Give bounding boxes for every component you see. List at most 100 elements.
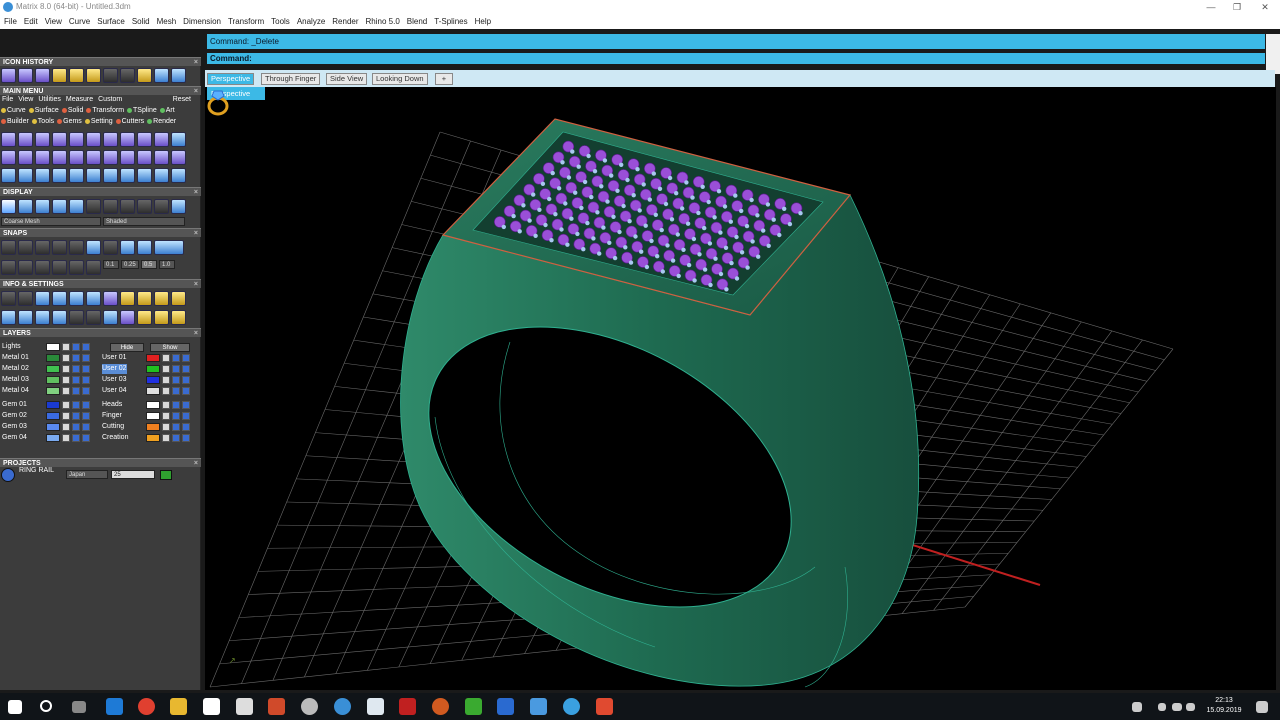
info-tool-13[interactable] <box>18 310 33 325</box>
chrome-icon[interactable] <box>138 698 155 715</box>
smarttrack-icon[interactable] <box>69 260 84 275</box>
layer-material-icon[interactable] <box>182 423 190 431</box>
display-tool-1[interactable] <box>1 199 16 214</box>
info-tool-21[interactable] <box>154 310 169 325</box>
main-tool-14[interactable] <box>35 150 50 165</box>
menu-render[interactable]: Render <box>332 17 358 26</box>
display-tool-4[interactable] <box>52 199 67 214</box>
main-tool-12[interactable] <box>1 150 16 165</box>
layer-color-swatch[interactable] <box>146 423 160 431</box>
layer-lock-icon[interactable] <box>172 434 180 442</box>
restore-button[interactable]: ❐ <box>1222 0 1252 14</box>
show-all-button[interactable]: Show <box>150 343 190 352</box>
layer-lock-icon[interactable] <box>72 387 80 395</box>
layer-row-gem-02[interactable]: Gem 02 <box>0 411 96 421</box>
layer-material-icon[interactable] <box>182 354 190 362</box>
main-tool-4[interactable] <box>52 132 67 147</box>
layer-row-user-03[interactable]: User 03 <box>100 375 196 385</box>
layer-color-swatch[interactable] <box>146 412 160 420</box>
layer-color-swatch[interactable] <box>46 423 60 431</box>
layer-lock-icon[interactable] <box>172 376 180 384</box>
layer-visible-icon[interactable] <box>62 354 70 362</box>
layer-visible-icon[interactable] <box>162 354 170 362</box>
main-link-file[interactable]: File <box>2 96 13 106</box>
planar-icon[interactable] <box>35 260 50 275</box>
explorer-icon[interactable] <box>170 698 187 715</box>
history-tool-2[interactable] <box>18 68 33 83</box>
project-size-select[interactable]: 25 <box>111 470 155 479</box>
layer-color-swatch[interactable] <box>146 401 160 409</box>
layer-visible-icon[interactable] <box>162 412 170 420</box>
layer-visible-icon[interactable] <box>62 401 70 409</box>
main-tool-15[interactable] <box>52 150 67 165</box>
layer-color-swatch[interactable] <box>46 387 60 395</box>
layer-visible-icon[interactable] <box>62 365 70 373</box>
app-icon-5[interactable] <box>497 698 514 715</box>
app-icon-3[interactable] <box>367 698 384 715</box>
layer-lock-icon[interactable] <box>72 423 80 431</box>
tab-side-view[interactable]: Side View <box>326 73 368 85</box>
history-tool-9[interactable] <box>137 68 152 83</box>
layer-color-swatch[interactable] <box>46 434 60 442</box>
layer-row-gem-03[interactable]: Gem 03 <box>0 422 96 432</box>
main-tool-10[interactable] <box>154 132 169 147</box>
layer-lock-icon[interactable] <box>72 376 80 384</box>
info-tool-8[interactable] <box>120 291 135 306</box>
display-tool-11[interactable] <box>171 199 186 214</box>
history-tool-3[interactable] <box>35 68 50 83</box>
layer-material-icon[interactable] <box>182 412 190 420</box>
cat-tools[interactable]: Tools <box>31 118 54 128</box>
cat-tspline[interactable]: TSpline <box>127 107 157 117</box>
app-icon-4[interactable] <box>432 698 449 715</box>
history-tool-5[interactable] <box>69 68 84 83</box>
snap-perp-icon[interactable] <box>103 240 118 255</box>
osnap-icon[interactable] <box>52 260 67 275</box>
main-tool-26[interactable] <box>52 168 67 183</box>
cat-render[interactable]: Render <box>147 118 176 128</box>
display-tool-8[interactable] <box>120 199 135 214</box>
main-tool-25[interactable] <box>35 168 50 183</box>
tray-arrow-icon[interactable] <box>1158 703 1166 711</box>
info-tool-3[interactable] <box>35 291 50 306</box>
layer-material-icon[interactable] <box>182 434 190 442</box>
volume-icon[interactable] <box>1186 703 1195 711</box>
menu-rhino[interactable]: Rhino 5.0 <box>366 17 400 26</box>
snap-value-05[interactable]: 0.5 <box>141 260 157 269</box>
snap-quad-icon[interactable] <box>137 240 152 255</box>
layer-row-cutting[interactable]: Cutting <box>100 422 196 432</box>
close-button[interactable]: ✕ <box>1250 0 1280 14</box>
layer-row-metal-02[interactable]: Metal 02 <box>0 364 96 374</box>
info-tool-15[interactable] <box>52 310 67 325</box>
info-tool-1[interactable] <box>1 291 16 306</box>
main-tool-5[interactable] <box>69 132 84 147</box>
info-tool-17[interactable] <box>86 310 101 325</box>
display-tool-3[interactable] <box>35 199 50 214</box>
grid-snap-icon[interactable] <box>1 260 16 275</box>
layer-row-user-02[interactable]: User 02 <box>100 364 196 374</box>
acrobat-icon[interactable] <box>399 698 416 715</box>
menu-curve[interactable]: Curve <box>69 17 90 26</box>
info-tool-16[interactable] <box>69 310 84 325</box>
people-icon[interactable] <box>1132 702 1142 712</box>
cat-gems[interactable]: Gems <box>57 118 82 128</box>
display-tool-9[interactable] <box>137 199 152 214</box>
layer-color-swatch[interactable] <box>46 412 60 420</box>
layer-row-metal-01[interactable]: Metal 01 <box>0 353 96 363</box>
system-clock[interactable]: 22:13 15.09.2019 <box>1198 696 1250 716</box>
layer-visible-icon[interactable] <box>62 434 70 442</box>
layer-color-swatch[interactable] <box>46 376 60 384</box>
shade-mode-select[interactable]: Shaded <box>103 217 185 226</box>
layer-visible-icon[interactable] <box>62 412 70 420</box>
main-tool-28[interactable] <box>86 168 101 183</box>
menu-help[interactable]: Help <box>475 17 491 26</box>
layer-lock-icon[interactable] <box>72 434 80 442</box>
layer-material-icon[interactable] <box>82 365 90 373</box>
layer-row-metal-03[interactable]: Metal 03 <box>0 375 96 385</box>
main-link-custom[interactable]: Custom <box>98 96 122 106</box>
layer-visible-icon[interactable] <box>62 423 70 431</box>
layer-material-icon[interactable] <box>82 434 90 442</box>
layer-lock-icon[interactable] <box>72 354 80 362</box>
display-mode-select[interactable]: Coarse Mesh <box>1 217 101 226</box>
display-tool-2[interactable] <box>18 199 33 214</box>
layer-material-icon[interactable] <box>82 401 90 409</box>
